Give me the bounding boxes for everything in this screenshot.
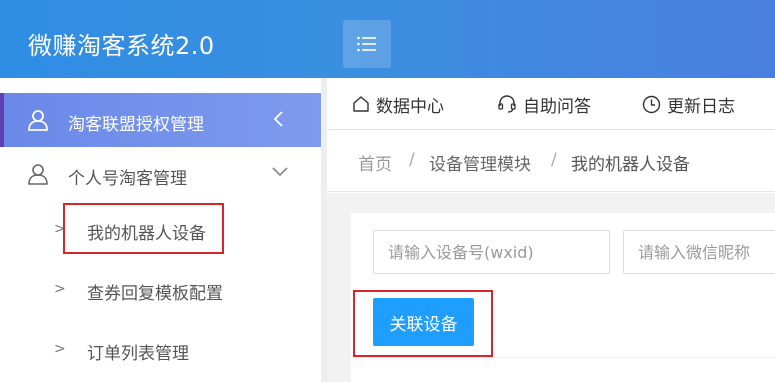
top-header: 微赚淘客系统2.0 — [0, 0, 775, 78]
tab-self-help[interactable]: 自助问答 — [497, 92, 591, 117]
sidebar-subitem-label: 订单列表管理 — [87, 344, 189, 364]
clock-icon — [642, 95, 661, 113]
panel-divider — [351, 357, 775, 358]
breadcrumb-current: 我的机器人设备 — [571, 155, 690, 175]
top-tabbar: 数据中心 自助问答 更新日志 — [327, 78, 775, 130]
tab-changelog[interactable]: 更新日志 — [642, 92, 735, 117]
chevron-right-icon: > — [54, 281, 66, 297]
wechat-nickname-input[interactable] — [623, 230, 775, 274]
active-accent-bar — [0, 93, 4, 147]
chevron-left-icon — [273, 111, 283, 127]
headset-icon — [498, 95, 516, 113]
breadcrumb-separator: / — [409, 150, 415, 170]
chevron-down-icon — [272, 167, 288, 177]
home-icon — [353, 96, 369, 112]
sidebar-item-label: 淘客联盟授权管理 — [68, 115, 204, 135]
tab-label: 自助问答 — [523, 96, 591, 117]
chevron-right-icon: > — [54, 341, 66, 357]
user-icon — [28, 110, 48, 131]
breadcrumb-home-link[interactable]: 首页 — [358, 150, 392, 175]
highlight-box-button — [353, 290, 493, 357]
sidebar-subitem-order-list[interactable]: > 订单列表管理 — [0, 323, 321, 379]
menu-toggle-button[interactable] — [343, 20, 391, 68]
app-title: 微赚淘客系统2.0 — [28, 32, 215, 60]
sidebar-subitem-label: 查券回复模板配置 — [87, 284, 223, 304]
sidebar-item-personal-taoke[interactable]: 个人号淘客管理 — [0, 147, 321, 201]
tab-label: 更新日志 — [667, 96, 735, 117]
breadcrumb-separator: / — [551, 150, 557, 170]
user-icon — [28, 164, 48, 185]
breadcrumb-module-link[interactable]: 设备管理模块 — [429, 150, 531, 175]
sidebar-subitem-coupon-template[interactable]: > 查券回复模板配置 — [0, 263, 321, 319]
sidebar-item-taoke-auth[interactable]: 淘客联盟授权管理 — [0, 93, 321, 147]
highlight-box-menu — [63, 203, 224, 254]
breadcrumb: 首页 / 设备管理模块 / 我的机器人设备 — [327, 130, 775, 192]
tab-label: 数据中心 — [376, 96, 444, 117]
list-icon — [357, 36, 376, 52]
tab-data-center[interactable]: 数据中心 — [352, 92, 444, 117]
sidebar-item-label: 个人号淘客管理 — [68, 169, 187, 189]
device-id-input[interactable] — [373, 230, 610, 274]
